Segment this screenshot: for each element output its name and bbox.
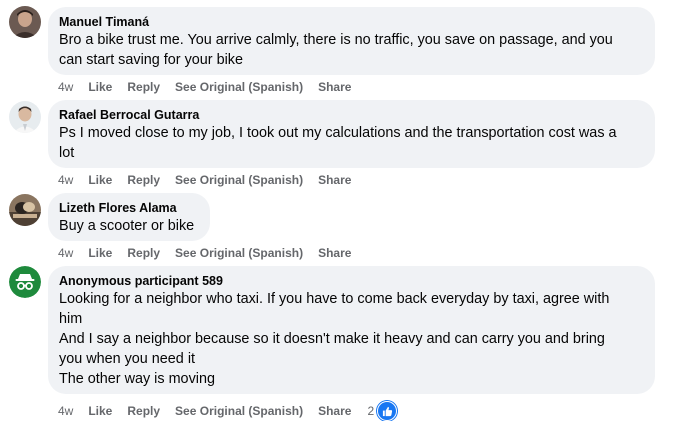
comment-bubble: Rafael Berrocal Gutarra Ps I moved close… (48, 100, 655, 168)
comment-actions: 4w Like Reply See Original (Spanish) Sha… (58, 246, 366, 260)
like-button[interactable]: Like (88, 246, 112, 260)
author-name[interactable]: Anonymous participant 589 (59, 273, 643, 289)
share-button[interactable]: Share (318, 404, 351, 418)
timestamp[interactable]: 4w (58, 173, 73, 187)
comment-text-line: can start saving for your bike (59, 52, 243, 68)
reaction-summary[interactable]: 2 (367, 401, 398, 421)
thumbs-up-icon (377, 401, 398, 421)
comment-bubble: Anonymous participant 589 Looking for a … (48, 266, 655, 394)
comment-text-line: him (59, 311, 83, 327)
see-original-button[interactable]: See Original (Spanish) (175, 404, 303, 418)
author-name[interactable]: Manuel Timaná (59, 14, 643, 30)
see-original-button[interactable]: See Original (Spanish) (175, 173, 303, 187)
comment-text-line: The other way is moving (59, 371, 215, 387)
see-original-button[interactable]: See Original (Spanish) (175, 246, 303, 260)
comment-text-line: lot (59, 145, 75, 161)
comment-bubble: Manuel Timaná Bro a bike trust me. You a… (48, 7, 655, 75)
share-button[interactable]: Share (318, 173, 351, 187)
comment-text-line: Buy a scooter or bike (59, 218, 195, 234)
author-name[interactable]: Lizeth Flores Alama (59, 200, 198, 216)
comment-text-line: Bro a bike trust me. You arrive calmly, … (59, 32, 613, 48)
comment-text-line: you when you need it (59, 351, 196, 367)
comment-actions: 4w Like Reply See Original (Spanish) Sha… (58, 173, 366, 187)
comment-text-line: Looking for a neighbor who taxi. If you … (59, 291, 610, 307)
comment-actions: 4w Like Reply See Original (Spanish) Sha… (58, 401, 398, 421)
comment-bubble: Lizeth Flores Alama Buy a scooter or bik… (48, 193, 210, 241)
reply-button[interactable]: Reply (127, 404, 160, 418)
author-name[interactable]: Rafael Berrocal Gutarra (59, 107, 643, 123)
reaction-count: 2 (367, 404, 375, 418)
like-button[interactable]: Like (88, 80, 112, 94)
like-button[interactable]: Like (88, 404, 112, 418)
reply-button[interactable]: Reply (127, 246, 160, 260)
see-original-button[interactable]: See Original (Spanish) (175, 80, 303, 94)
comment-text-line: And I say a neighbor because so it doesn… (59, 331, 605, 347)
timestamp[interactable]: 4w (58, 80, 73, 94)
comment-actions: 4w Like Reply See Original (Spanish) Sha… (58, 80, 366, 94)
avatar[interactable] (9, 101, 41, 133)
reply-button[interactable]: Reply (127, 173, 160, 187)
timestamp[interactable]: 4w (58, 404, 73, 418)
share-button[interactable]: Share (318, 246, 351, 260)
reply-button[interactable]: Reply (127, 80, 160, 94)
like-button[interactable]: Like (88, 173, 112, 187)
comment-text-line: Ps I moved close to my job, I took out m… (59, 125, 617, 141)
share-button[interactable]: Share (318, 80, 351, 94)
anonymous-avatar[interactable] (9, 266, 41, 298)
avatar[interactable] (9, 194, 41, 226)
avatar[interactable] (9, 6, 41, 38)
timestamp[interactable]: 4w (58, 246, 73, 260)
